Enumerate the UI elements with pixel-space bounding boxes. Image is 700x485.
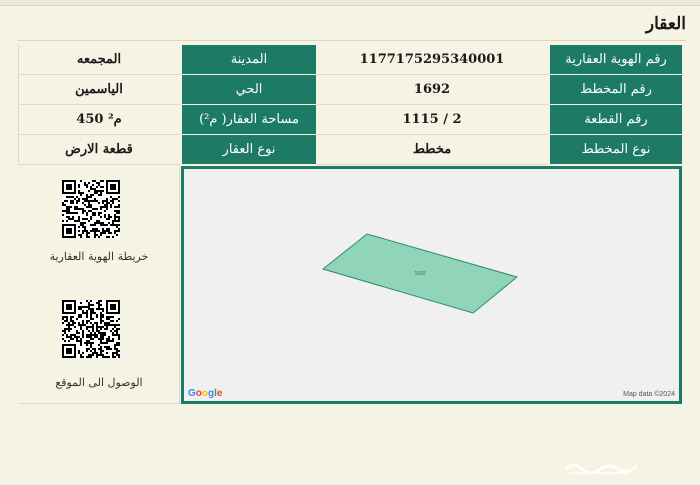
title-divider [18,40,686,41]
table-border-left [18,45,19,165]
value-plan-number: 1692 [316,75,548,105]
value-property-id: 1177175295340001 [316,45,548,75]
info-row-plan: رقم المخطط 1692 الحي الياسمين [18,75,682,105]
info-row-parcel: رقم القطعة 1115 / 2 مساحة العقار( م²) 45… [18,105,682,135]
label-plan-type: نوع المخطط [548,135,682,165]
qr-label-location: الوصول الى الموقع [55,376,143,389]
value-district: الياسمين [18,75,180,105]
label-plan-number: رقم المخطط [548,75,682,105]
label-property-id: رقم الهوية العقارية [548,45,682,75]
qr-panel: خريطة الهوية العقارية الوصول الى الموقع [18,166,180,404]
info-row-type: نوع المخطط مخطط نوع العقار قطعة الارض [18,135,682,165]
qr-code-icon[interactable] [62,180,120,238]
map-canvas: 1692 [321,233,519,314]
parcel-map[interactable]: 1692 Google Map data ©2024 [181,166,682,404]
qr-code-icon[interactable] [62,300,120,358]
value-plan-type: مخطط [316,135,548,165]
section-title: العقار [645,14,686,34]
label-property-type: نوع العقار [180,135,316,165]
haraj-watermark-logo [564,463,638,475]
label-parcel-number: رقم القطعة [548,105,682,135]
value-area: 450 م² [18,105,180,135]
info-row-identity: رقم الهوية العقارية 1177175295340001 الم… [18,45,682,75]
top-strip [0,0,700,6]
qr-label-property-map: خريطة الهوية العقارية [49,250,149,263]
google-logo: Google [188,388,223,399]
label-district: الحي [180,75,316,105]
value-property-type: قطعة الارض [18,135,180,165]
label-area: مساحة العقار( م²) [180,105,316,135]
map-credit: Map data ©2024 [623,391,675,398]
label-city: المدينة [180,45,316,75]
parcel-label: 1692 [414,271,425,277]
value-parcel-number: 1115 / 2 [316,105,548,135]
value-city: المجمعه [18,45,180,75]
